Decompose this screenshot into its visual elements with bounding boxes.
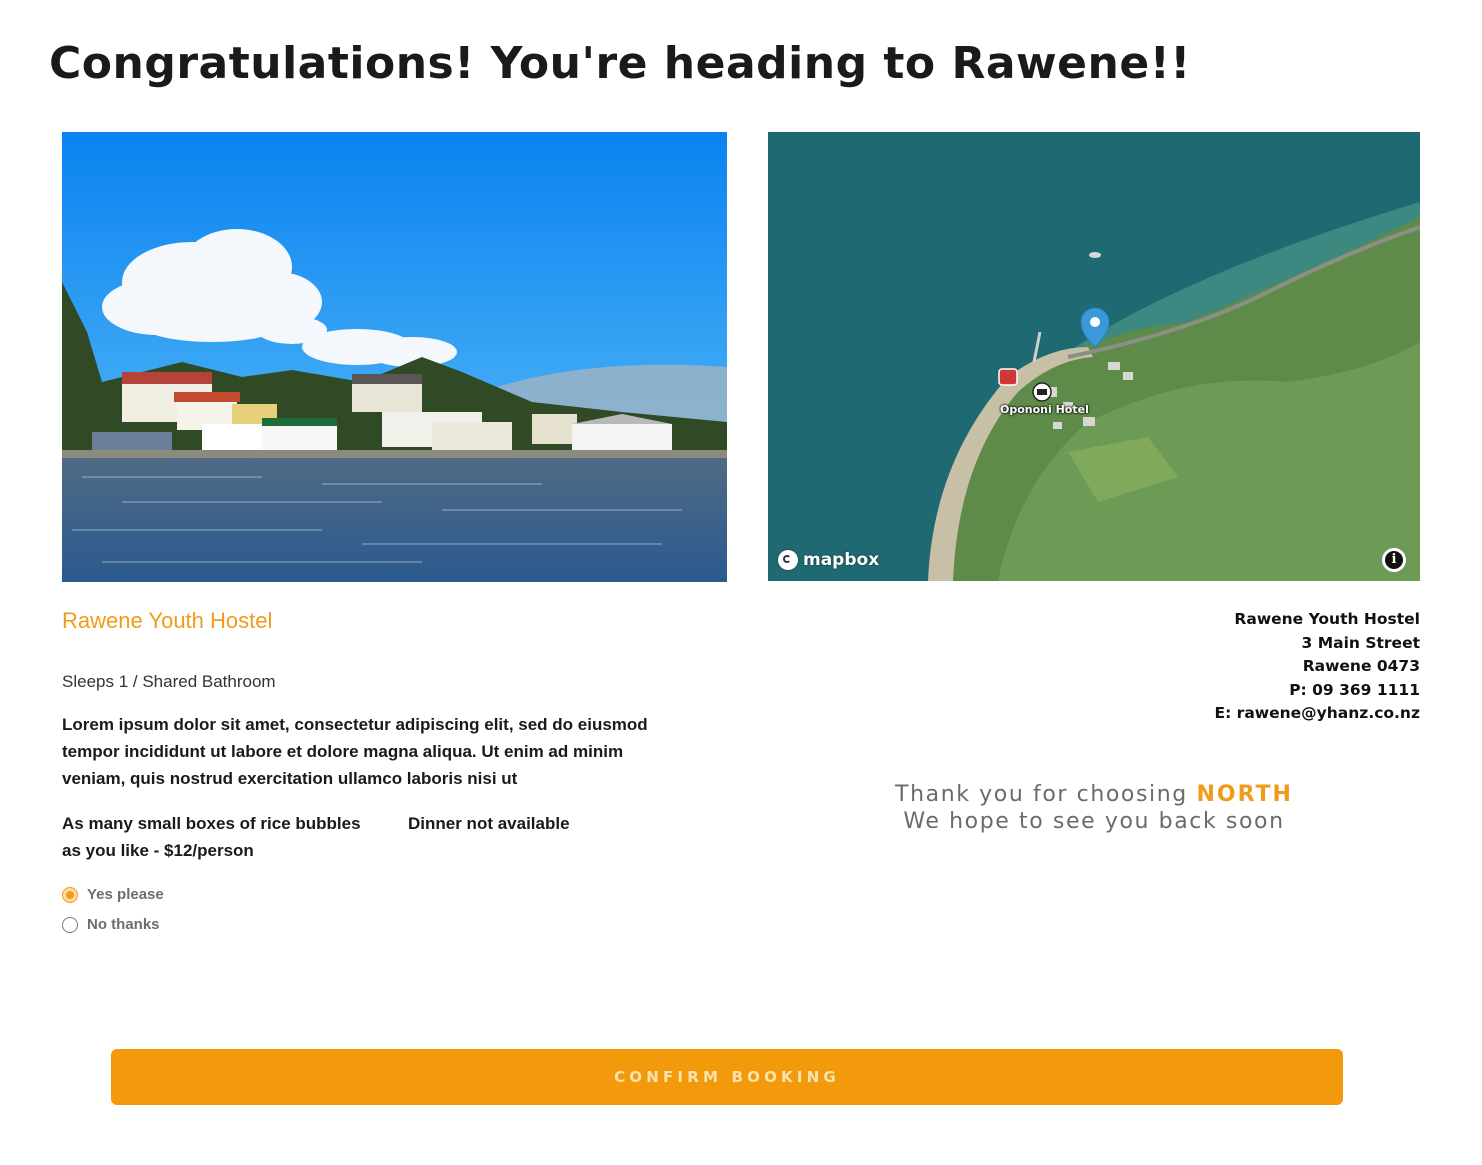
breakfast-yes-radio[interactable] (62, 886, 78, 903)
mapbox-logo-text: mapbox (803, 550, 880, 570)
breakfast-no-option[interactable]: No thanks (62, 916, 160, 933)
breakfast-line: as you like - $12/person (62, 841, 254, 860)
contact-address: Rawene Youth Hostel 3 Main Street Rawene… (1215, 608, 1421, 726)
location-map[interactable] (768, 132, 1420, 581)
page-title: Congratulations! You're heading to Rawen… (49, 38, 1191, 89)
confirm-booking-button[interactable]: CONFIRM BOOKING (111, 1049, 1343, 1105)
breakfast-yes-option[interactable]: Yes please (62, 886, 164, 903)
contact-phone: P: 09 369 1111 (1289, 680, 1420, 699)
contact-street: 3 Main Street (1301, 633, 1420, 652)
thanks-line2: We hope to see you back soon (903, 809, 1285, 834)
dinner-info: Dinner not available (408, 814, 570, 833)
mapbox-logo[interactable]: mapbox (778, 548, 879, 572)
thank-you-message: Thank you for choosing NORTH We hope to … (768, 781, 1420, 835)
breakfast-line: As many small boxes of rice bubbles (62, 814, 361, 833)
thanks-line1: Thank you for choosing (895, 782, 1197, 807)
map-info-button[interactable]: i (1382, 548, 1406, 572)
brand-name: NORTH (1196, 782, 1293, 807)
contact-city: Rawene 0473 (1302, 657, 1420, 676)
hostel-name: Rawene Youth Hostel (62, 608, 273, 633)
description-line: tempor incididunt ut labore et dolore ma… (62, 742, 624, 761)
contact-name: Rawene Youth Hostel (1234, 610, 1420, 628)
breakfast-no-radio[interactable] (62, 916, 78, 933)
hostel-photo (62, 132, 727, 582)
description-line: veniam, quis nostrud exercitation ullamc… (62, 769, 518, 788)
map-place-label: Opononi Hotel (1000, 403, 1089, 416)
mapbox-logo-icon (778, 550, 798, 570)
contact-email: E: rawene@yhanz.co.nz (1214, 704, 1421, 723)
breakfast-no-label: No thanks (87, 916, 160, 933)
breakfast-offer: As many small boxes of rice bubbles as y… (62, 810, 392, 864)
breakfast-yes-label: Yes please (87, 886, 164, 903)
info-icon: i (1385, 551, 1403, 569)
description-line: Lorem ipsum dolor sit amet, consectetur … (62, 715, 648, 734)
hostel-description: Lorem ipsum dolor sit amet, consectetur … (62, 711, 702, 792)
room-info: Sleeps 1 / Shared Bathroom (62, 672, 276, 691)
